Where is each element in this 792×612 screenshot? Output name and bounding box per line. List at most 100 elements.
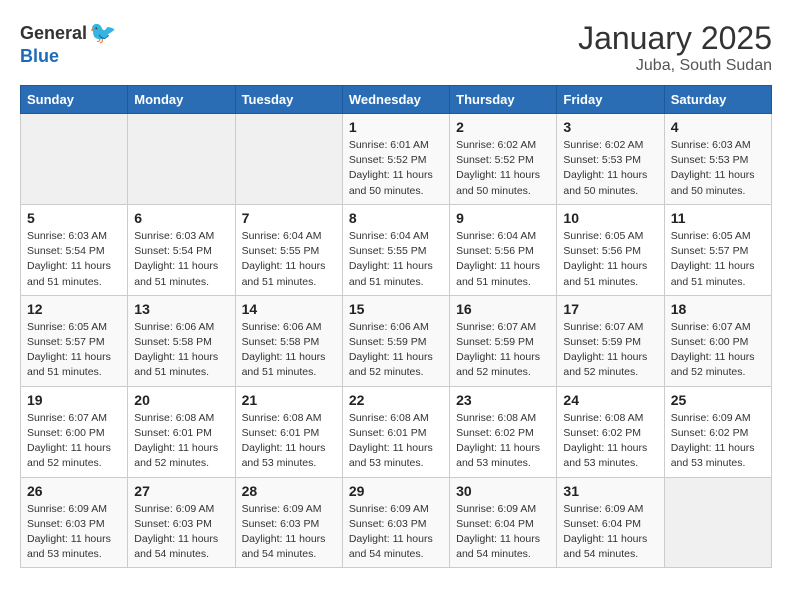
calendar-cell: 21 Sunrise: 6:08 AMSunset: 6:01 PMDayligh… [235,386,342,477]
calendar-body: 1 Sunrise: 6:01 AMSunset: 5:52 PMDaylight… [21,114,772,568]
calendar-cell: 3 Sunrise: 6:02 AMSunset: 5:53 PMDaylight… [557,114,664,205]
day-info: Sunrise: 6:08 AMSunset: 6:01 PMDaylight:… [134,411,228,472]
day-info: Sunrise: 6:06 AMSunset: 5:59 PMDaylight:… [349,320,443,381]
day-number: 29 [349,483,443,499]
calendar-cell: 5Sunrise: 6:03 AMSunset: 5:54 PMDaylight… [21,204,128,295]
calendar-cell: 28 Sunrise: 6:09 AMSunset: 6:03 PMDayligh… [235,477,342,568]
title-block: January 2025 Juba, South Sudan [578,20,772,75]
day-number: 2 [456,119,550,135]
calendar-cell: 23Sunrise: 6:08 AMSunset: 6:02 PMDayligh… [450,386,557,477]
calendar-cell: 31 Sunrise: 6:09 AMSunset: 6:04 PMDayligh… [557,477,664,568]
calendar-header-tuesday: Tuesday [235,86,342,114]
calendar-cell: 10 Sunrise: 6:05 AMSunset: 5:56 PMDayligh… [557,204,664,295]
day-info: Sunrise: 6:09 AMSunset: 6:02 PMDaylight:… [671,411,765,472]
day-number: 20 [134,392,228,408]
day-number: 30 [456,483,550,499]
calendar-cell: 14 Sunrise: 6:06 AMSunset: 5:58 PMDayligh… [235,295,342,386]
day-info: Sunrise: 6:07 AMSunset: 5:59 PMDaylight:… [563,320,657,381]
day-info: Sunrise: 6:02 AMSunset: 5:52 PMDaylight:… [456,138,550,199]
day-info: Sunrise: 6:07 AMSunset: 6:00 PMDaylight:… [671,320,765,381]
calendar-header-saturday: Saturday [664,86,771,114]
calendar-header-friday: Friday [557,86,664,114]
calendar-cell: 6 Sunrise: 6:03 AMSunset: 5:54 PMDaylight… [128,204,235,295]
logo-general: General [20,23,87,44]
calendar-cell: 26Sunrise: 6:09 AMSunset: 6:03 PMDayligh… [21,477,128,568]
day-number: 21 [242,392,336,408]
day-number: 16 [456,301,550,317]
day-info: Sunrise: 6:08 AMSunset: 6:02 PMDaylight:… [456,411,550,472]
page-header: General 🐦 Blue January 2025 Juba, South … [20,20,772,75]
day-info: Sunrise: 6:02 AMSunset: 5:53 PMDaylight:… [563,138,657,199]
day-number: 13 [134,301,228,317]
calendar-header-row: SundayMondayTuesdayWednesdayThursdayFrid… [21,86,772,114]
day-info: Sunrise: 6:09 AMSunset: 6:03 PMDaylight:… [134,502,228,563]
calendar-cell [235,114,342,205]
day-info: Sunrise: 6:01 AMSunset: 5:52 PMDaylight:… [349,138,443,199]
calendar-header-thursday: Thursday [450,86,557,114]
day-info: Sunrise: 6:05 AMSunset: 5:56 PMDaylight:… [563,229,657,290]
calendar-cell: 18 Sunrise: 6:07 AMSunset: 6:00 PMDayligh… [664,295,771,386]
day-info: Sunrise: 6:07 AMSunset: 5:59 PMDaylight:… [456,320,550,381]
calendar-cell: 29 Sunrise: 6:09 AMSunset: 6:03 PMDayligh… [342,477,449,568]
day-number: 14 [242,301,336,317]
day-number: 15 [349,301,443,317]
day-info: Sunrise: 6:08 AMSunset: 6:01 PMDaylight:… [349,411,443,472]
day-number: 8 [349,210,443,226]
day-number: 26 [27,483,121,499]
day-number: 10 [563,210,657,226]
day-info: Sunrise: 6:06 AMSunset: 5:58 PMDaylight:… [134,320,228,381]
day-number: 1 [349,119,443,135]
day-info: Sunrise: 6:03 AMSunset: 5:54 PMDaylight:… [134,229,228,290]
day-number: 18 [671,301,765,317]
day-info: Sunrise: 6:04 AMSunset: 5:56 PMDaylight:… [456,229,550,290]
day-number: 28 [242,483,336,499]
month-title: January 2025 [578,20,772,57]
day-number: 9 [456,210,550,226]
calendar-header-sunday: Sunday [21,86,128,114]
day-number: 7 [242,210,336,226]
day-info: Sunrise: 6:04 AMSunset: 5:55 PMDaylight:… [242,229,336,290]
day-info: Sunrise: 6:09 AMSunset: 6:03 PMDaylight:… [242,502,336,563]
day-info: Sunrise: 6:05 AMSunset: 5:57 PMDaylight:… [671,229,765,290]
calendar-cell: 4Sunrise: 6:03 AMSunset: 5:53 PMDaylight… [664,114,771,205]
day-info: Sunrise: 6:05 AMSunset: 5:57 PMDaylight:… [27,320,121,381]
calendar-cell: 12Sunrise: 6:05 AMSunset: 5:57 PMDayligh… [21,295,128,386]
location-subtitle: Juba, South Sudan [578,57,772,75]
calendar-week-row: 5 Sunrise: 6:03 AMSunset: 5:54 PMDaylight… [21,204,772,295]
day-number: 24 [563,392,657,408]
day-number: 6 [134,210,228,226]
calendar-week-row: 12Sunrise: 6:05 AMSunset: 5:57 PMDayligh… [21,295,772,386]
calendar-table: SundayMondayTuesdayWednesdayThursdayFrid… [20,85,772,568]
logo-blue: Blue [20,46,59,67]
calendar-week-row: 26 Sunrise: 6:09 AMSunset: 6:03 PMDayligh… [21,477,772,568]
calendar-cell: 15 Sunrise: 6:06 AMSunset: 5:59 PMDayligh… [342,295,449,386]
calendar-cell: 20 Sunrise: 6:08 AMSunset: 6:01 PMDayligh… [128,386,235,477]
calendar-cell: 2 Sunrise: 6:02 AMSunset: 5:52 PMDaylight… [450,114,557,205]
calendar-cell: 24Sunrise: 6:08 AMSunset: 6:02 PMDayligh… [557,386,664,477]
day-info: Sunrise: 6:09 AMSunset: 6:03 PMDaylight:… [349,502,443,563]
day-info: Sunrise: 6:09 AMSunset: 6:04 PMDaylight:… [563,502,657,563]
day-number: 31 [563,483,657,499]
calendar-cell [128,114,235,205]
calendar-cell: 16 Sunrise: 6:07 AMSunset: 5:59 PMDayligh… [450,295,557,386]
day-info: Sunrise: 6:09 AMSunset: 6:04 PMDaylight:… [456,502,550,563]
day-number: 3 [563,119,657,135]
day-info: Sunrise: 6:04 AMSunset: 5:55 PMDaylight:… [349,229,443,290]
calendar-week-row: 19 Sunrise: 6:07 AMSunset: 6:00 PMDayligh… [21,386,772,477]
calendar-cell: 27Sunrise: 6:09 AMSunset: 6:03 PMDayligh… [128,477,235,568]
calendar-week-row: 1 Sunrise: 6:01 AMSunset: 5:52 PMDaylight… [21,114,772,205]
calendar-header-monday: Monday [128,86,235,114]
day-number: 4 [671,119,765,135]
calendar-cell: 1 Sunrise: 6:01 AMSunset: 5:52 PMDaylight… [342,114,449,205]
day-info: Sunrise: 6:07 AMSunset: 6:00 PMDaylight:… [27,411,121,472]
day-info: Sunrise: 6:06 AMSunset: 5:58 PMDaylight:… [242,320,336,381]
day-number: 5 [27,210,121,226]
calendar-cell: 30 Sunrise: 6:09 AMSunset: 6:04 PMDayligh… [450,477,557,568]
day-number: 19 [27,392,121,408]
calendar-cell: 17Sunrise: 6:07 AMSunset: 5:59 PMDayligh… [557,295,664,386]
day-info: Sunrise: 6:08 AMSunset: 6:01 PMDaylight:… [242,411,336,472]
calendar-cell: 13 Sunrise: 6:06 AMSunset: 5:58 PMDayligh… [128,295,235,386]
logo-bird-icon: 🐦 [89,20,116,46]
calendar-header-wednesday: Wednesday [342,86,449,114]
calendar-cell: 25Sunrise: 6:09 AMSunset: 6:02 PMDayligh… [664,386,771,477]
